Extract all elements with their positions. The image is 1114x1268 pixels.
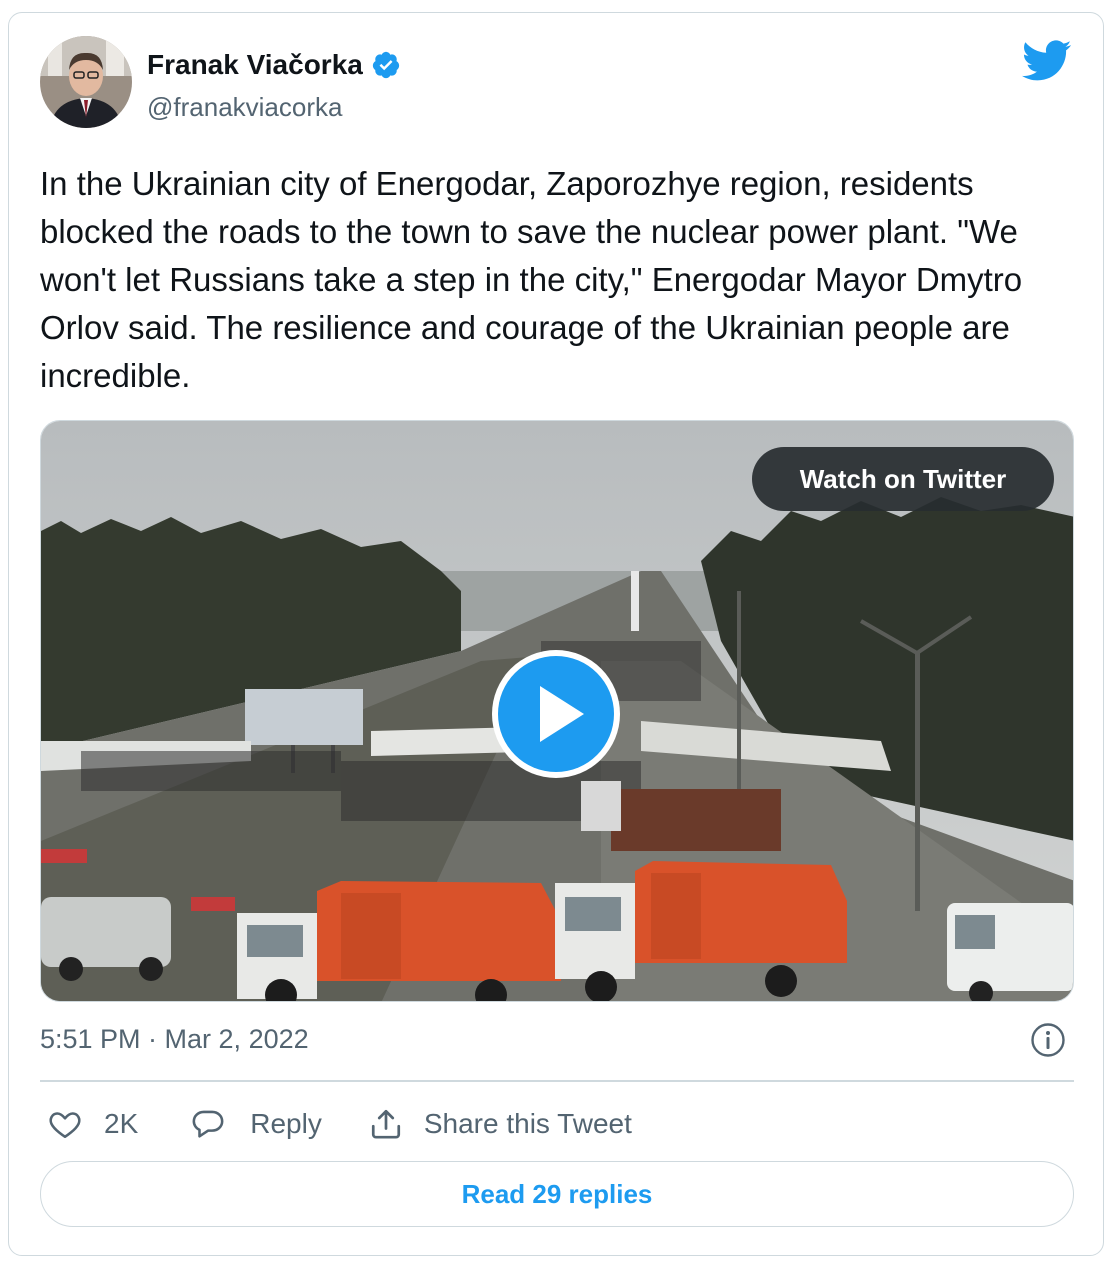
author-handle[interactable]: @franakviacorka — [147, 92, 342, 123]
info-icon[interactable] — [1030, 1022, 1066, 1058]
play-button[interactable] — [488, 646, 624, 782]
watch-on-twitter-button[interactable]: Watch on Twitter — [752, 447, 1054, 511]
verified-badge-icon — [371, 50, 401, 80]
play-icon — [492, 650, 620, 778]
read-replies-button[interactable]: Read 29 replies — [40, 1161, 1074, 1227]
tweet-text: In the Ukrainian city of Energodar, Zapo… — [40, 165, 1023, 394]
share-label: Share this Tweet — [423, 1108, 632, 1139]
share-icon — [371, 1109, 400, 1139]
like-count: 2K — [104, 1108, 139, 1139]
author-name[interactable]: Franak Viačorka — [147, 49, 363, 81]
tweet-timestamp[interactable]: 5:51 PM · Mar 2, 2022 — [40, 1024, 309, 1055]
avatar[interactable] — [40, 36, 132, 128]
tweet-actions: 2K Reply Share this Tweet — [48, 1100, 632, 1148]
share-button[interactable]: Share this Tweet — [368, 1106, 632, 1142]
author-name-row[interactable]: Franak Viačorka — [147, 49, 401, 81]
reply-bubble-icon — [192, 1110, 224, 1138]
reply-label: Reply — [250, 1108, 322, 1139]
like-button[interactable]: 2K — [48, 1107, 138, 1141]
twitter-bird-icon[interactable] — [1021, 40, 1072, 82]
divider — [40, 1080, 1074, 1082]
heart-icon — [49, 1112, 81, 1139]
reply-button[interactable]: Reply — [190, 1107, 322, 1141]
